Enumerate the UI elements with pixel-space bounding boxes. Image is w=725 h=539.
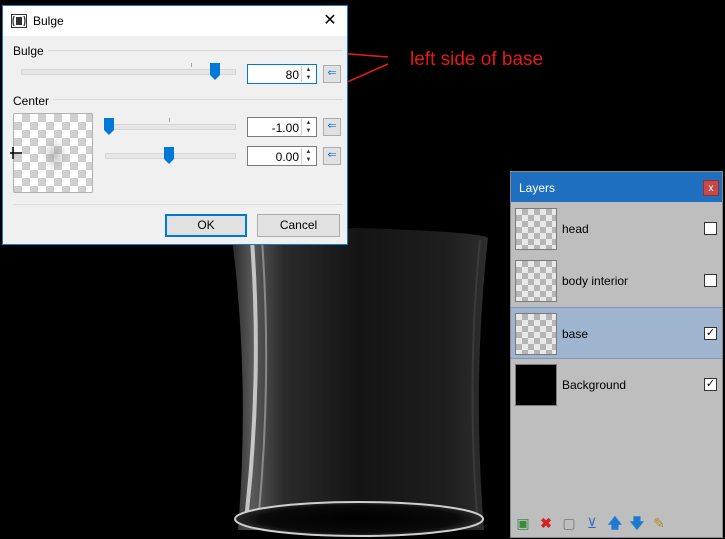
layer-visibility-checkbox[interactable]: ✓	[704, 378, 717, 391]
bulge-value-input[interactable]: 80 ▲ ▼	[247, 64, 317, 84]
close-icon[interactable]: ✕	[313, 6, 347, 36]
center-y-input[interactable]: 0.00 ▲ ▼	[247, 146, 317, 166]
bulge-spin-arrows[interactable]: ▲ ▼	[301, 66, 315, 82]
bulge-group-label: Bulge	[13, 44, 48, 58]
center-x-input[interactable]: -1.00 ▲ ▼	[247, 117, 317, 137]
layer-visibility-checkbox[interactable]: ✓	[704, 327, 717, 340]
move-layer-down-icon[interactable]: 🡇	[629, 515, 645, 531]
bulge-effect-icon	[11, 14, 27, 28]
bulge-slider-track[interactable]	[21, 69, 236, 75]
layer-thumbnail	[515, 260, 557, 302]
merge-layer-down-icon[interactable]: ⊻	[584, 515, 600, 531]
layer-row-background[interactable]: Background ✓	[511, 359, 722, 411]
center-group-label: Center	[13, 94, 54, 108]
center-preview-image	[42, 138, 68, 172]
center-x-slider-thumb[interactable]	[104, 118, 114, 135]
layer-thumbnail	[515, 364, 557, 406]
add-layer-icon[interactable]: ▣	[515, 515, 531, 531]
center-x-value: -1.00	[271, 121, 299, 135]
layer-name: head	[562, 222, 589, 236]
center-x-spin-arrows[interactable]: ▲ ▼	[301, 119, 315, 135]
layer-visibility-checkbox[interactable]	[704, 222, 717, 235]
center-y-spin-arrows[interactable]: ▲ ▼	[301, 148, 315, 164]
layer-row-base[interactable]: base ✓	[511, 307, 722, 359]
center-crosshair-icon[interactable]	[9, 146, 23, 160]
layer-row-head[interactable]: head	[511, 203, 722, 255]
annotation-label: left side of base	[410, 49, 544, 70]
move-layer-up-icon[interactable]: 🡅	[607, 515, 623, 531]
reset-arrow-icon: ⇐	[327, 149, 337, 161]
layers-title: Layers	[519, 181, 556, 195]
layer-visibility-checkbox[interactable]	[704, 274, 717, 287]
bulge-group-divider	[13, 50, 343, 51]
duplicate-layer-icon[interactable]: ▢	[561, 515, 577, 531]
glass-body	[232, 228, 488, 530]
layers-close-icon[interactable]: x	[703, 180, 719, 196]
center-x-slider-tick	[169, 118, 170, 122]
layers-toolbar: ▣ ✖ ▢ ⊻ 🡅 🡇 ✎	[511, 509, 722, 537]
layer-name: body interior	[562, 274, 629, 288]
reset-arrow-icon: ⇐	[327, 67, 337, 79]
layers-title-bar[interactable]: Layers x	[511, 172, 722, 202]
center-x-slider-track[interactable]	[105, 124, 236, 130]
bulge-dialog: Bulge ✕ Bulge 80 ▲ ▼ ⇐ Center -1.00 ▲ ▼ ⇐ …	[2, 5, 348, 245]
center-y-value: 0.00	[275, 150, 299, 164]
center-group-divider	[13, 99, 343, 100]
ok-button[interactable]: OK	[165, 214, 247, 237]
center-picker[interactable]	[13, 113, 93, 193]
bulge-slider-tick	[191, 63, 192, 67]
center-y-reset-button[interactable]: ⇐	[323, 147, 341, 165]
layer-row-body-interior[interactable]: body interior	[511, 255, 722, 307]
reset-arrow-icon: ⇐	[327, 120, 337, 132]
bulge-reset-button[interactable]: ⇐	[323, 65, 341, 83]
layers-panel: Layers x head body interior base ✓ Backg…	[510, 171, 723, 538]
bulge-slider-thumb[interactable]	[210, 63, 220, 80]
layer-thumbnail	[515, 208, 557, 250]
bulge-value: 80	[285, 68, 299, 82]
glass-base-ellipse	[234, 501, 484, 537]
layer-name: base	[562, 327, 589, 341]
dialog-title: Bulge	[33, 14, 64, 28]
layer-name: Background	[562, 378, 627, 392]
center-x-reset-button[interactable]: ⇐	[323, 118, 341, 136]
layer-thumbnail	[515, 313, 557, 355]
dialog-button-separator	[13, 204, 343, 205]
layer-properties-icon[interactable]: ✎	[651, 515, 667, 531]
cancel-button[interactable]: Cancel	[257, 214, 340, 237]
center-y-slider-thumb[interactable]	[164, 147, 174, 164]
delete-layer-icon[interactable]: ✖	[538, 515, 554, 531]
dialog-title-bar[interactable]: Bulge ✕	[3, 6, 347, 36]
